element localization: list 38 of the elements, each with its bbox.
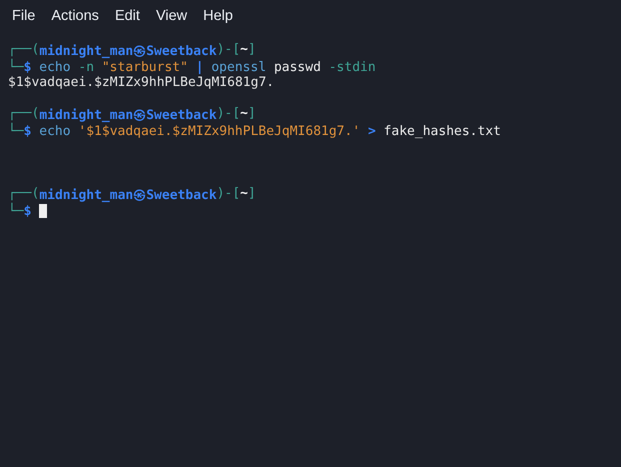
menu-item[interactable]: File — [4, 6, 44, 29]
command-token: echo — [39, 124, 71, 138]
prompt-user-host: midnight_man㉿Sweetback — [39, 107, 217, 124]
menu-item[interactable]: View — [148, 6, 196, 29]
command-token: fake_hashes.txt — [384, 124, 501, 138]
prompt-frame: ] — [248, 186, 256, 204]
prompt-directory: ~ — [240, 42, 248, 59]
prompt-frame: ┌──( — [8, 42, 40, 60]
command-token: openssl — [211, 60, 266, 74]
menu-item[interactable]: Help — [195, 6, 241, 29]
command-token: passwd — [274, 60, 321, 74]
prompt-frame: └─ — [8, 124, 24, 138]
menu-item[interactable]: Edit — [106, 6, 148, 29]
prompt-frame: ] — [248, 42, 256, 60]
command-token: -n — [78, 60, 94, 74]
prompt-frame: ] — [248, 106, 256, 124]
command-token: -stdin — [328, 60, 376, 74]
prompt-sign: $ — [24, 204, 32, 218]
prompt-frame: )-[ — [216, 42, 240, 60]
menu-item[interactable]: Actions — [43, 6, 107, 29]
prompt-directory: ~ — [240, 186, 248, 203]
prompt-frame: ┌──( — [8, 106, 40, 124]
prompt-directory: ~ — [240, 106, 248, 123]
prompt-sign: $ — [24, 60, 32, 74]
command-token: '$1$vadqaei.$zMIZx9hhPLBeJqMI681g7.' — [78, 124, 360, 138]
prompt-user-host: midnight_man㉿Sweetback — [39, 187, 217, 204]
command-token: echo — [39, 60, 71, 74]
prompt-frame: )-[ — [216, 106, 240, 124]
prompt-frame: )-[ — [216, 186, 240, 204]
prompt-frame: ┌──( — [8, 186, 40, 204]
command-output: $1$vadqaei.$zMIZx9hhPLBeJqMI681g7. — [8, 75, 276, 91]
prompt-user-host: midnight_man㉿Sweetback — [39, 43, 217, 60]
command-token: | — [196, 60, 204, 74]
prompt-sign: $ — [24, 124, 32, 138]
prompt-frame: └─ — [8, 204, 24, 218]
prompt-frame: └─ — [8, 60, 24, 74]
command-token: > — [368, 124, 376, 138]
command-token: "starburst" — [102, 60, 188, 74]
